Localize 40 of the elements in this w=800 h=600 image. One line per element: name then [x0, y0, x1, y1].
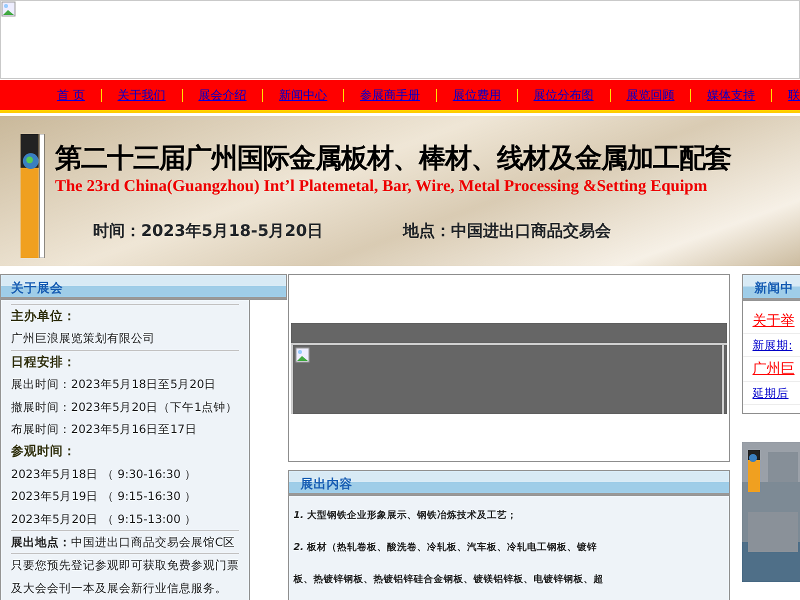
exhibit-text: 2. 板材（热轧卷板、酸洗卷、冷轧板、汽车板、冷轧电工钢板、镀锌	[294, 542, 598, 553]
info-text: 广州巨浪展览策划有限公司	[11, 330, 156, 348]
panel-header: 展出内容	[288, 470, 730, 496]
news-link[interactable]: 新展期:	[742, 334, 800, 357]
nav-link[interactable]: 展会介绍	[198, 86, 246, 104]
info-text: 布展时间：2023年5月16日至17日	[11, 421, 198, 438]
info-text: 只要您预先登记参观即可获取免费参观门票	[11, 553, 239, 577]
news-link[interactable]: 广州巨	[742, 357, 800, 382]
nav-link[interactable]: 新闻中心	[279, 86, 328, 104]
nav-link[interactable]: 展位分布图	[534, 86, 594, 104]
nav-link[interactable]: 参展商手册	[360, 86, 420, 104]
nav-link[interactable]: 展览回顾	[626, 86, 674, 104]
exhibit-text: 1. 大型钢铁企业形象展示、钢铁冶炼技术及工艺；	[294, 510, 518, 521]
banner-subtitle: The 23rd China(Guangzhou) Int’l Platemetal, Bar, Wire, Metal Processing &Setting Equipm	[55, 175, 708, 197]
exhibition-venue: 地点：中国进出口商品交易会	[402, 220, 611, 242]
section-label: 参观时间：	[11, 442, 77, 460]
broken-image-icon	[1, 1, 17, 17]
nav-link[interactable]: 联	[788, 86, 800, 104]
banner-title: 第二十三届广州国际金属板材、棒材、线材及金属加工配套	[55, 142, 731, 176]
news-link[interactable]: 关于举	[742, 309, 800, 334]
info-text: 撤展时间：2023年5月20日（下午1点钟）	[11, 398, 239, 416]
info-text: 2023年5月18日 （ 9:30-16:30 ）	[11, 466, 198, 483]
section-label: 主办单位：	[11, 304, 239, 328]
exhibition-date: 时间：2023年5月18-5月20日	[93, 220, 323, 242]
news-link[interactable]: 延期后	[742, 382, 800, 405]
info-text: 2023年5月19日 （ 9:15-16:30 ）	[11, 488, 198, 506]
panel-header: 新闻中	[742, 275, 800, 301]
logo-icon	[19, 134, 47, 258]
exhibit-text: 板、热镀锌钢板、热镀铝锌硅合金钢板、镀镁铝锌板、电镀锌钢板、超	[294, 574, 605, 585]
nav-link[interactable]: 媒体支持	[707, 86, 756, 104]
nav-link[interactable]: 展位费用	[452, 86, 501, 104]
nav-link[interactable]: 关于我们	[118, 86, 166, 104]
panel-header: 关于展会	[0, 274, 287, 300]
info-text: 2023年5月20日 （ 9:15-13:00 ）	[11, 510, 198, 528]
info-text: 展出地点：中国进出口商品交易会展馆C区	[11, 530, 239, 554]
section-label: 日程安排：	[11, 350, 239, 374]
info-text: 展出时间：2023年5月18日至5月20日	[11, 376, 218, 394]
broken-image-icon	[294, 347, 311, 363]
nav-link[interactable]: 首 页	[57, 86, 85, 104]
info-text: 及大会会刊一本及展会新行业信息服务。	[11, 580, 228, 597]
